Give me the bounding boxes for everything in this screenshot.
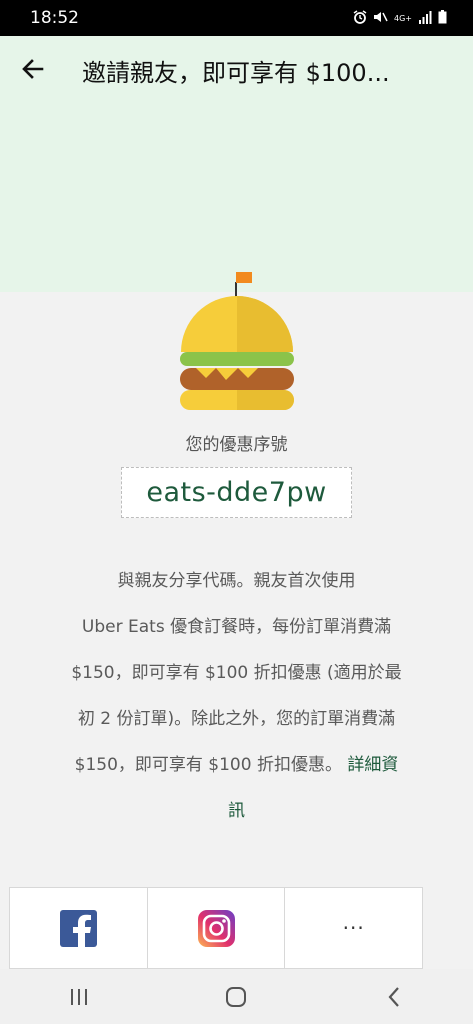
description-line: $150，即可享有 $100 折扣優惠 (適用於最 — [71, 663, 402, 683]
description: 與親友分享代碼。親友首次使用 Uber Eats 優食訂餐時，每份訂單消費滿 $… — [40, 558, 433, 834]
system-back-button[interactable] — [364, 977, 424, 1017]
description-line: Uber Eats 優食訂餐時，每份訂單消費滿 — [81, 617, 392, 637]
chevron-left-icon — [388, 986, 399, 1007]
share-options: ··· — [9, 887, 423, 969]
recent-apps-icon — [70, 988, 87, 1005]
share-instagram-button[interactable] — [148, 888, 286, 968]
home-icon — [226, 986, 247, 1007]
recent-apps-button[interactable] — [49, 977, 109, 1017]
share-facebook-button[interactable] — [10, 888, 148, 968]
burger-illustration — [180, 272, 294, 410]
back-button[interactable] — [16, 52, 50, 86]
promo-label: 您的優惠序號 — [185, 435, 288, 455]
network-type: 4G+ — [394, 14, 412, 23]
signal-icon — [418, 9, 432, 28]
instagram-icon — [197, 909, 235, 947]
facebook-icon — [59, 909, 97, 947]
more-icon: ··· — [342, 916, 365, 940]
promo-code-box[interactable]: eats-dde7pw — [121, 467, 352, 518]
details-link[interactable]: 訊 — [228, 801, 245, 821]
details-link[interactable]: 詳細資 — [347, 755, 398, 775]
description-line: $150，即可享有 $100 折扣優惠。 — [74, 755, 342, 775]
arrow-left-icon — [22, 59, 44, 79]
alarm-icon — [353, 9, 367, 28]
promo-code: eats-dde7pw — [146, 477, 327, 508]
description-line: 初 2 份訂單)。除此之外，您的訂單消費滿 — [77, 709, 396, 729]
details-link-continuation: 訊 — [40, 788, 433, 834]
description-line: 與親友分享代碼。親友首次使用 — [117, 571, 356, 591]
home-button[interactable] — [206, 977, 266, 1017]
share-more-button[interactable]: ··· — [285, 888, 422, 968]
battery-icon — [438, 9, 447, 28]
status-time: 18:52 — [30, 8, 79, 28]
status-bar: 18:52 4G+ — [0, 0, 473, 36]
mute-icon — [373, 9, 388, 28]
page-title: 邀請親友，即可享有 $100... — [82, 59, 390, 87]
system-nav-bar — [0, 969, 473, 1024]
status-icons: 4G+ — [353, 9, 447, 28]
description-line-with-link: $150，即可享有 $100 折扣優惠。 詳細資 — [40, 742, 433, 788]
